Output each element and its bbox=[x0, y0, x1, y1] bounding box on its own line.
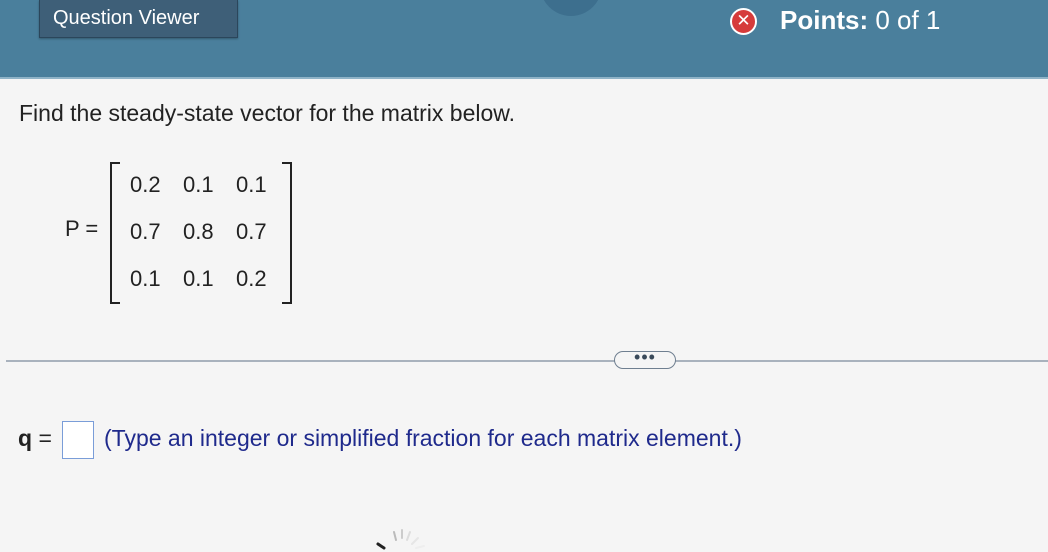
matrix-cell: 0.2 bbox=[236, 266, 267, 291]
matrix-cell: 0.8 bbox=[183, 219, 214, 244]
points-display: Points: 0 of 1 bbox=[780, 4, 940, 36]
header-bar: Question Viewer ✕ Points: 0 of 1 bbox=[0, 0, 1048, 79]
question-prompt: Find the steady-state vector for the mat… bbox=[19, 100, 516, 126]
answer-hint: (Type an integer or simplified fraction … bbox=[104, 425, 742, 451]
incorrect-x-icon: ✕ bbox=[730, 8, 757, 35]
loading-spinner-icon bbox=[376, 529, 425, 550]
answer-variable: q bbox=[18, 425, 33, 451]
matrix-p: 0.2 0.1 0.1 0.7 0.8 0.7 0.1 0.1 0.2 bbox=[110, 162, 292, 304]
matrix-cell: 0.7 bbox=[130, 219, 161, 244]
matrix-label: P = bbox=[65, 216, 99, 241]
matrix-cell: 0.1 bbox=[130, 266, 161, 291]
more-options-button[interactable]: ••• bbox=[614, 348, 676, 369]
matrix-cell: 0.1 bbox=[236, 172, 267, 197]
matrix-cell: 0.2 bbox=[130, 172, 161, 197]
question-viewer-button[interactable]: Question Viewer bbox=[39, 0, 238, 38]
matrix-right-bracket bbox=[282, 162, 292, 304]
nav-circle[interactable] bbox=[540, 0, 602, 16]
answer-label: q = bbox=[18, 425, 52, 452]
answer-input[interactable] bbox=[62, 421, 94, 459]
points-label: Points: bbox=[780, 5, 869, 35]
answer-equals: = bbox=[38, 425, 52, 451]
matrix-cell: 0.7 bbox=[236, 219, 267, 244]
section-divider bbox=[6, 360, 1048, 362]
points-value: 0 of 1 bbox=[875, 5, 941, 35]
matrix-cell: 0.1 bbox=[183, 172, 214, 197]
matrix-cell: 0.1 bbox=[183, 266, 214, 291]
matrix-left-bracket bbox=[110, 162, 120, 304]
